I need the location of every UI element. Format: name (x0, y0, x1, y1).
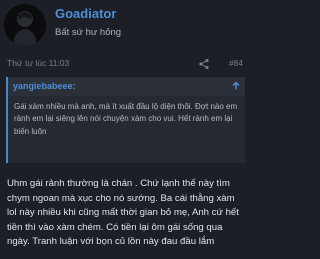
user-avatar[interactable] (4, 4, 46, 46)
username-link[interactable]: Goadiator (55, 6, 116, 21)
post-body-text: Uhm gái rảnh thường là chán . Chứ lạnh t… (7, 178, 239, 248)
post-number-link[interactable]: #84 (229, 58, 243, 68)
chevron-up-icon[interactable] (231, 81, 241, 91)
post-header: Goadiator Bất sứ hư hỏng (0, 0, 250, 48)
post-meta: Thứ tư lúc 11:03 #84 (7, 58, 247, 70)
quote-author-link[interactable]: yangiebabeee: (13, 81, 76, 91)
quote-text: Gái xàm nhiều mà anh, mà ít xuất đầu lộ … (14, 102, 238, 136)
post-timestamp[interactable]: Thứ tư lúc 11:03 (7, 58, 69, 68)
avatar-image (4, 4, 46, 46)
user-title: Bất sứ hư hỏng (55, 27, 122, 38)
quote-block: yangiebabeee: Gái xàm nhiều mà anh, mà í… (6, 77, 245, 163)
quote-header: yangiebabeee: (8, 77, 245, 96)
share-icon[interactable] (198, 58, 210, 70)
